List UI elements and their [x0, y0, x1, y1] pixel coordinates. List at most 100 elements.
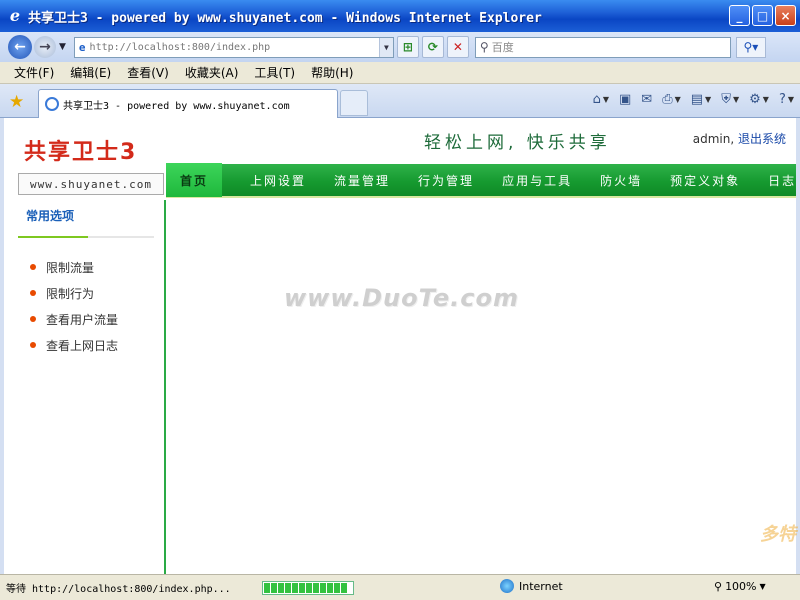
refresh-icon: ⟳: [427, 40, 438, 54]
forward-arrow-icon: →: [39, 39, 51, 55]
progress-segment: [292, 582, 298, 593]
print-icon[interactable]: ⎙: [662, 92, 672, 107]
nav-firewall[interactable]: 防火墙: [600, 172, 642, 189]
nav-traffic-management[interactable]: 流量管理: [334, 172, 390, 189]
window-controls: _ □ ×: [729, 5, 796, 26]
refresh-button[interactable]: ⟳: [421, 36, 444, 58]
security-zone[interactable]: Internet: [500, 579, 563, 593]
zoom-control[interactable]: ⚲ 100% ▼: [714, 580, 766, 593]
new-tab-button[interactable]: [340, 90, 368, 116]
sidebar-item-limit-behavior[interactable]: 限制行为: [30, 280, 118, 306]
address-dropdown-icon[interactable]: ▼: [378, 37, 393, 57]
progress-segment: [320, 582, 326, 593]
tools-dropdown-icon[interactable]: ▼: [763, 95, 769, 104]
search-button[interactable]: ⚲▾: [735, 36, 766, 58]
ie-logo-icon: e: [9, 6, 21, 25]
sidebar-heading: 常用选项: [18, 208, 154, 238]
domain-label: www.shuyanet.com: [18, 173, 164, 195]
user-info: admin, 退出系统: [693, 130, 786, 147]
menu-bar: 文件(F) 编辑(E) 查看(V) 收藏夹(A) 工具(T) 帮助(H): [0, 62, 800, 84]
sidebar-heading-text: 常用选项: [26, 209, 75, 223]
page-menu-icon[interactable]: ▤: [691, 92, 703, 107]
corner-seal-logo: 多特: [760, 524, 796, 545]
watermark: www.DuoTe.com: [284, 284, 519, 312]
home-dropdown-icon[interactable]: ▼: [603, 95, 609, 104]
search-input[interactable]: 百度: [492, 39, 514, 55]
menu-help[interactable]: 帮助(H): [311, 64, 353, 81]
tab-bar: ★ 共享卫士3 - powered by www.shuyanet.com ⌂ ▼…: [0, 84, 800, 118]
back-button[interactable]: ←: [8, 35, 32, 59]
title-bar: e 共享卫士3 - powered by www.shuyanet.com - …: [0, 0, 800, 32]
nav-apps-tools[interactable]: 应用与工具: [502, 172, 572, 189]
print-dropdown-icon[interactable]: ▼: [675, 95, 681, 104]
username: admin,: [692, 132, 735, 146]
address-input[interactable]: http://localhost:800/index.php: [90, 42, 379, 53]
zoom-icon: ⚲: [714, 580, 723, 593]
nav-network-settings[interactable]: 上网设置: [250, 172, 306, 189]
progress-segment: [278, 582, 284, 593]
sidebar-item-label: 限制行为: [46, 286, 95, 301]
sidebar-list: 限制流量 限制行为 查看用户流量 查看上网日志: [30, 254, 118, 358]
progress-segment: [327, 582, 333, 593]
page-dropdown-icon[interactable]: ▼: [705, 95, 711, 104]
loading-icon: [45, 97, 59, 111]
progress-segment: [334, 582, 340, 593]
sidebar-item-limit-traffic[interactable]: 限制流量: [30, 254, 118, 280]
status-text: 等待 http://localhost:800/index.php...: [6, 584, 231, 595]
zoom-level: 100%: [725, 580, 757, 593]
status-bar: 等待 http://localhost:800/index.php... Int…: [0, 574, 800, 600]
logout-link[interactable]: 退出系统: [738, 132, 786, 146]
main-nav: 首页 上网设置 流量管理 行为管理 应用与工具 防火墙 预定义对象 日志: [166, 163, 796, 198]
address-toolbar: ← → ▼ e http://localhost:800/index.php ▼…: [0, 32, 800, 62]
bullet-icon: [30, 316, 36, 322]
menu-file[interactable]: 文件(F): [14, 64, 54, 81]
sidebar: 常用选项 限制流量 限制行为 查看用户流量 查看上网日志: [4, 200, 166, 574]
maximize-button[interactable]: □: [752, 5, 773, 26]
menu-favorites[interactable]: 收藏夹(A): [185, 64, 239, 81]
menu-tools[interactable]: 工具(T): [254, 64, 295, 81]
bullet-icon: [30, 342, 36, 348]
command-bar: ⌂ ▼ ▣ ✉ ⎙ ▼ ▤ ▼ ⛨ ▼ ⚙ ▼ ? ▼: [593, 92, 794, 107]
feeds-icon[interactable]: ▣: [619, 92, 631, 107]
window-title: 共享卫士3 - powered by www.shuyanet.com - Wi…: [28, 10, 542, 26]
globe-icon: [500, 579, 514, 593]
forward-button[interactable]: →: [34, 36, 56, 58]
sidebar-item-label: 查看上网日志: [46, 338, 119, 353]
mail-icon[interactable]: ✉: [641, 92, 652, 107]
safety-icon[interactable]: ⛨: [721, 92, 731, 107]
sidebar-item-label: 查看用户流量: [46, 312, 119, 327]
star-icon[interactable]: ★: [9, 92, 24, 112]
tools-gear-icon[interactable]: ⚙: [749, 92, 761, 107]
progress-segment: [341, 582, 347, 593]
address-bar[interactable]: e http://localhost:800/index.php ▼: [73, 36, 394, 58]
menu-view[interactable]: 查看(V): [127, 64, 169, 81]
compatibility-button[interactable]: ⊞: [396, 36, 419, 58]
search-box[interactable]: ⚲ 百度: [474, 36, 731, 58]
close-button[interactable]: ×: [775, 5, 796, 26]
history-dropdown-icon[interactable]: ▼: [59, 42, 66, 52]
menu-edit[interactable]: 编辑(E): [70, 64, 111, 81]
tab-title: 共享卫士3 - powered by www.shuyanet.com: [63, 100, 290, 112]
zone-label: Internet: [519, 579, 563, 593]
tab-active[interactable]: 共享卫士3 - powered by www.shuyanet.com: [38, 89, 338, 118]
progress-segment: [264, 582, 270, 593]
progress-segment: [306, 582, 312, 593]
nav-home[interactable]: 首页: [166, 163, 223, 197]
progress-bar: [262, 580, 354, 595]
zoom-dropdown-icon: ▼: [759, 582, 766, 591]
nav-behavior-management[interactable]: 行为管理: [418, 172, 474, 189]
nav-logs[interactable]: 日志: [768, 172, 796, 189]
help-dropdown-icon[interactable]: ▼: [788, 95, 794, 104]
safety-dropdown-icon[interactable]: ▼: [733, 95, 739, 104]
bullet-icon: [30, 264, 36, 270]
progress-segment: [285, 582, 291, 593]
nav-predefined-objects[interactable]: 预定义对象: [670, 172, 740, 189]
minimize-button[interactable]: _: [729, 5, 750, 26]
progress-segment: [299, 582, 305, 593]
help-icon[interactable]: ?: [779, 92, 786, 107]
sidebar-item-user-traffic[interactable]: 查看用户流量: [30, 306, 118, 332]
search-icon: ⚲▾: [743, 40, 759, 54]
stop-button[interactable]: ✕: [446, 36, 469, 58]
home-icon[interactable]: ⌂: [593, 92, 601, 107]
sidebar-item-internet-logs[interactable]: 查看上网日志: [30, 332, 118, 358]
